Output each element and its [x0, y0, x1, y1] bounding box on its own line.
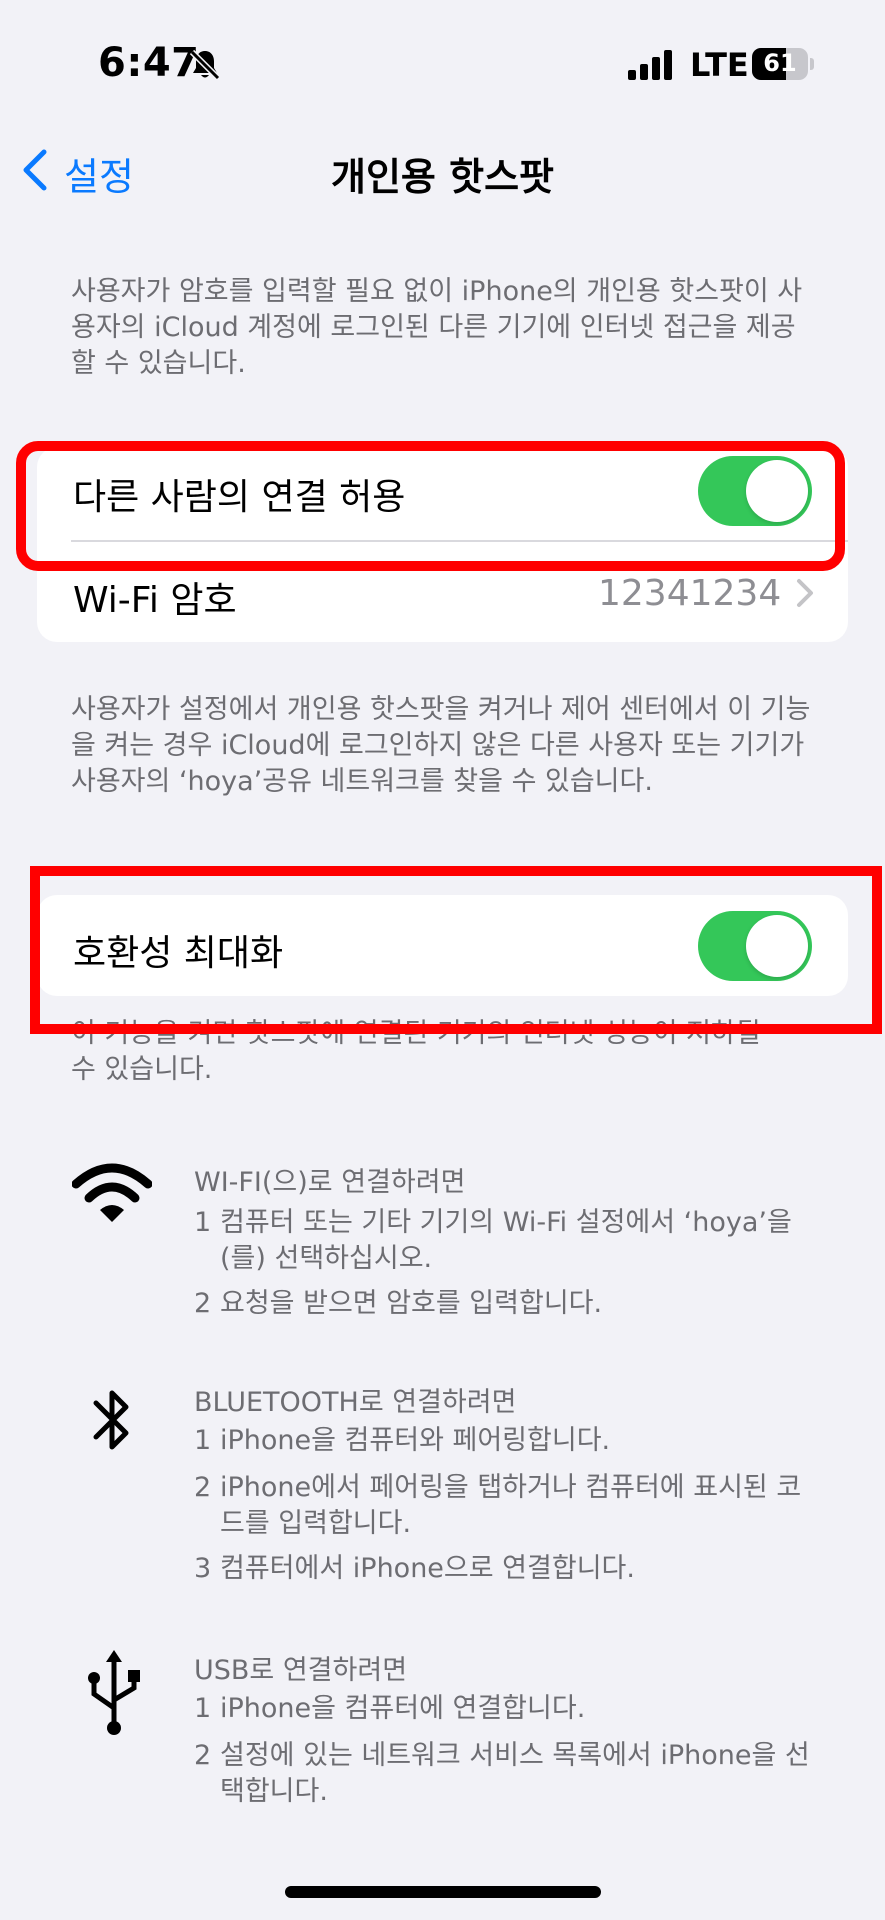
wifi-password-value[interactable]: 12341234: [598, 573, 781, 614]
wifi-password-label: Wi-Fi 암호: [73, 580, 237, 621]
battery-icon: 61: [752, 48, 814, 80]
network-type-label: LTE: [690, 46, 749, 84]
wifi-step-number: 2: [194, 1288, 212, 1319]
usb-step-number: 2: [194, 1740, 212, 1771]
bluetooth-step: 3 컴퓨터에서 iPhone으로 연결합니다.: [194, 1551, 814, 1587]
wifi-step: 2 요청을 받으면 암호를 입력합니다.: [194, 1286, 814, 1322]
highlight-box-compatibility: [30, 866, 882, 1034]
intro-description: 사용자가 암호를 입력할 필요 없이 iPhone의 개인용 핫스팟이 사용자의…: [71, 276, 803, 379]
wifi-step: 1 컴퓨터 또는 기타 기기의 Wi-Fi 설정에서 ‘hoya’을(를) 선택하…: [194, 1205, 814, 1277]
usb-step: 2 설정에 있는 네트워크 서비스 목록에서 iPhone을 선택합니다.: [194, 1738, 814, 1810]
status-time: 6:47: [98, 40, 200, 86]
bluetooth-instructions-heading: BLUETOOTH로 연결하려면: [194, 1387, 517, 1418]
battery-level-label: 61: [763, 49, 797, 77]
bluetooth-step: 2 iPhone에서 페어링을 탭하거나 컴퓨터에 표시된 코드를 입력합니다.: [194, 1470, 814, 1542]
page-title: 개인용 핫스팟: [331, 155, 554, 199]
wifi-step-text: 요청을 받으면 암호를 입력합니다.: [220, 1288, 603, 1319]
usb-step-text: 설정에 있는 네트워크 서비스 목록에서 iPhone을 선택합니다.: [220, 1740, 810, 1807]
wifi-instructions-heading: WI-FI(으)로 연결하려면: [194, 1167, 466, 1198]
chevron-right-icon[interactable]: [796, 578, 814, 608]
highlight-box-allow-others: [16, 441, 845, 571]
usb-step: 1 iPhone을 컴퓨터에 연결합니다.: [194, 1691, 814, 1727]
silent-mode-bell-icon: [189, 49, 221, 81]
bluetooth-step: 1 iPhone을 컴퓨터와 페어링합니다.: [194, 1423, 814, 1459]
usb-instructions-heading: USB로 연결하려면: [194, 1655, 408, 1686]
compatibility-description-line-2: 수 있습니다.: [71, 1054, 213, 1085]
bluetooth-step-text: iPhone에서 페어링을 탭하거나 컴퓨터에 표시된 코드를 입력합니다.: [220, 1472, 802, 1539]
bluetooth-icon: [93, 1390, 129, 1450]
wifi-icon: [72, 1163, 152, 1222]
wifi-step-text: 컴퓨터 또는 기타 기기의 Wi-Fi 설정에서 ‘hoya’을(를) 선택하십…: [220, 1207, 792, 1274]
usb-step-number: 1: [194, 1693, 212, 1724]
cellular-signal-icon: [628, 50, 672, 80]
usb-step-text: iPhone을 컴퓨터에 연결합니다.: [220, 1693, 586, 1724]
home-indicator[interactable]: [285, 1886, 601, 1898]
bluetooth-step-text: 컴퓨터에서 iPhone으로 연결합니다.: [220, 1553, 635, 1584]
wifi-step-number: 1: [194, 1207, 212, 1238]
usb-icon: [88, 1650, 140, 1735]
bluetooth-step-text: iPhone을 컴퓨터와 페어링합니다.: [220, 1425, 611, 1456]
bluetooth-step-number: 3: [194, 1553, 212, 1584]
discoverable-description: 사용자가 설정에서 개인용 핫스팟을 켜거나 제어 센터에서 이 기능을 켜는 …: [71, 694, 811, 797]
bluetooth-step-number: 2: [194, 1472, 212, 1503]
bluetooth-step-number: 1: [194, 1425, 212, 1456]
